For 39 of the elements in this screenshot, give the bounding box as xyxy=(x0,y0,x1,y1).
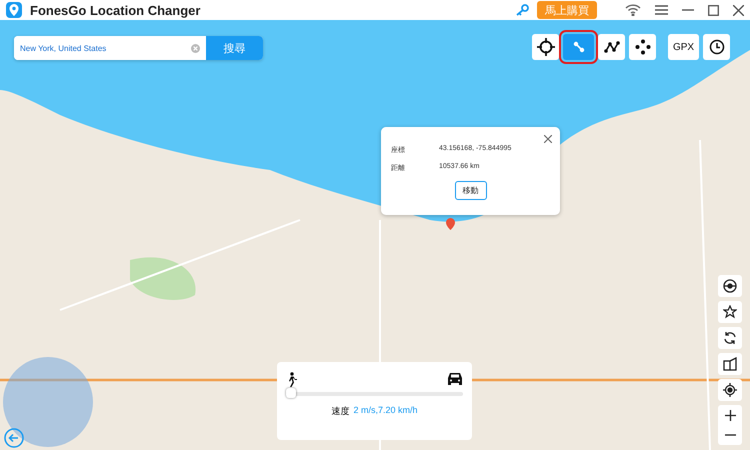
joystick-icon xyxy=(634,39,650,55)
eye-target-icon xyxy=(723,279,737,293)
mode-button[interactable] xyxy=(629,34,656,60)
refresh-button[interactable] xyxy=(718,327,742,349)
star-icon xyxy=(723,305,737,319)
refresh-icon xyxy=(723,331,737,345)
wifi-icon[interactable] xyxy=(625,4,641,16)
favorite-button[interactable] xyxy=(718,301,742,323)
menu-icon[interactable] xyxy=(655,5,668,15)
search-bar[interactable]: New York, United States 搜尋 xyxy=(14,36,263,60)
clock-icon xyxy=(708,39,724,55)
device-button[interactable] xyxy=(718,353,742,375)
maximize-icon[interactable] xyxy=(708,4,719,16)
two-point-route-icon xyxy=(572,41,584,53)
map-pin-icon xyxy=(446,218,455,230)
minimize-icon[interactable] xyxy=(682,9,694,11)
speed-label: 速度 xyxy=(331,405,350,418)
close-icon[interactable] xyxy=(733,4,744,16)
speed-value: 2 m/s,7.20 km/h xyxy=(353,405,418,417)
search-field[interactable]: New York, United States xyxy=(14,36,191,60)
plus-icon xyxy=(724,410,736,420)
search-button[interactable]: 搜尋 xyxy=(206,36,263,60)
key-icon[interactable] xyxy=(515,4,529,16)
close-icon[interactable] xyxy=(544,135,552,143)
minus-icon xyxy=(724,434,736,436)
locate-icon xyxy=(723,383,737,397)
slider-thumb[interactable] xyxy=(286,388,296,398)
mode-button[interactable] xyxy=(532,34,559,60)
window-title: FonesGo Location Changer xyxy=(30,2,202,18)
locate-button[interactable] xyxy=(718,379,742,401)
car-icon xyxy=(447,372,463,386)
crosshair-icon xyxy=(536,38,554,56)
mode-button[interactable] xyxy=(703,34,730,60)
gpx-button[interactable]: GPX xyxy=(668,34,699,60)
mode-button[interactable] xyxy=(598,34,625,60)
multi-point-route-icon xyxy=(604,41,620,53)
move-button[interactable]: 移動 xyxy=(454,181,486,200)
target-button[interactable] xyxy=(718,275,742,297)
walking-person-icon xyxy=(286,372,298,387)
